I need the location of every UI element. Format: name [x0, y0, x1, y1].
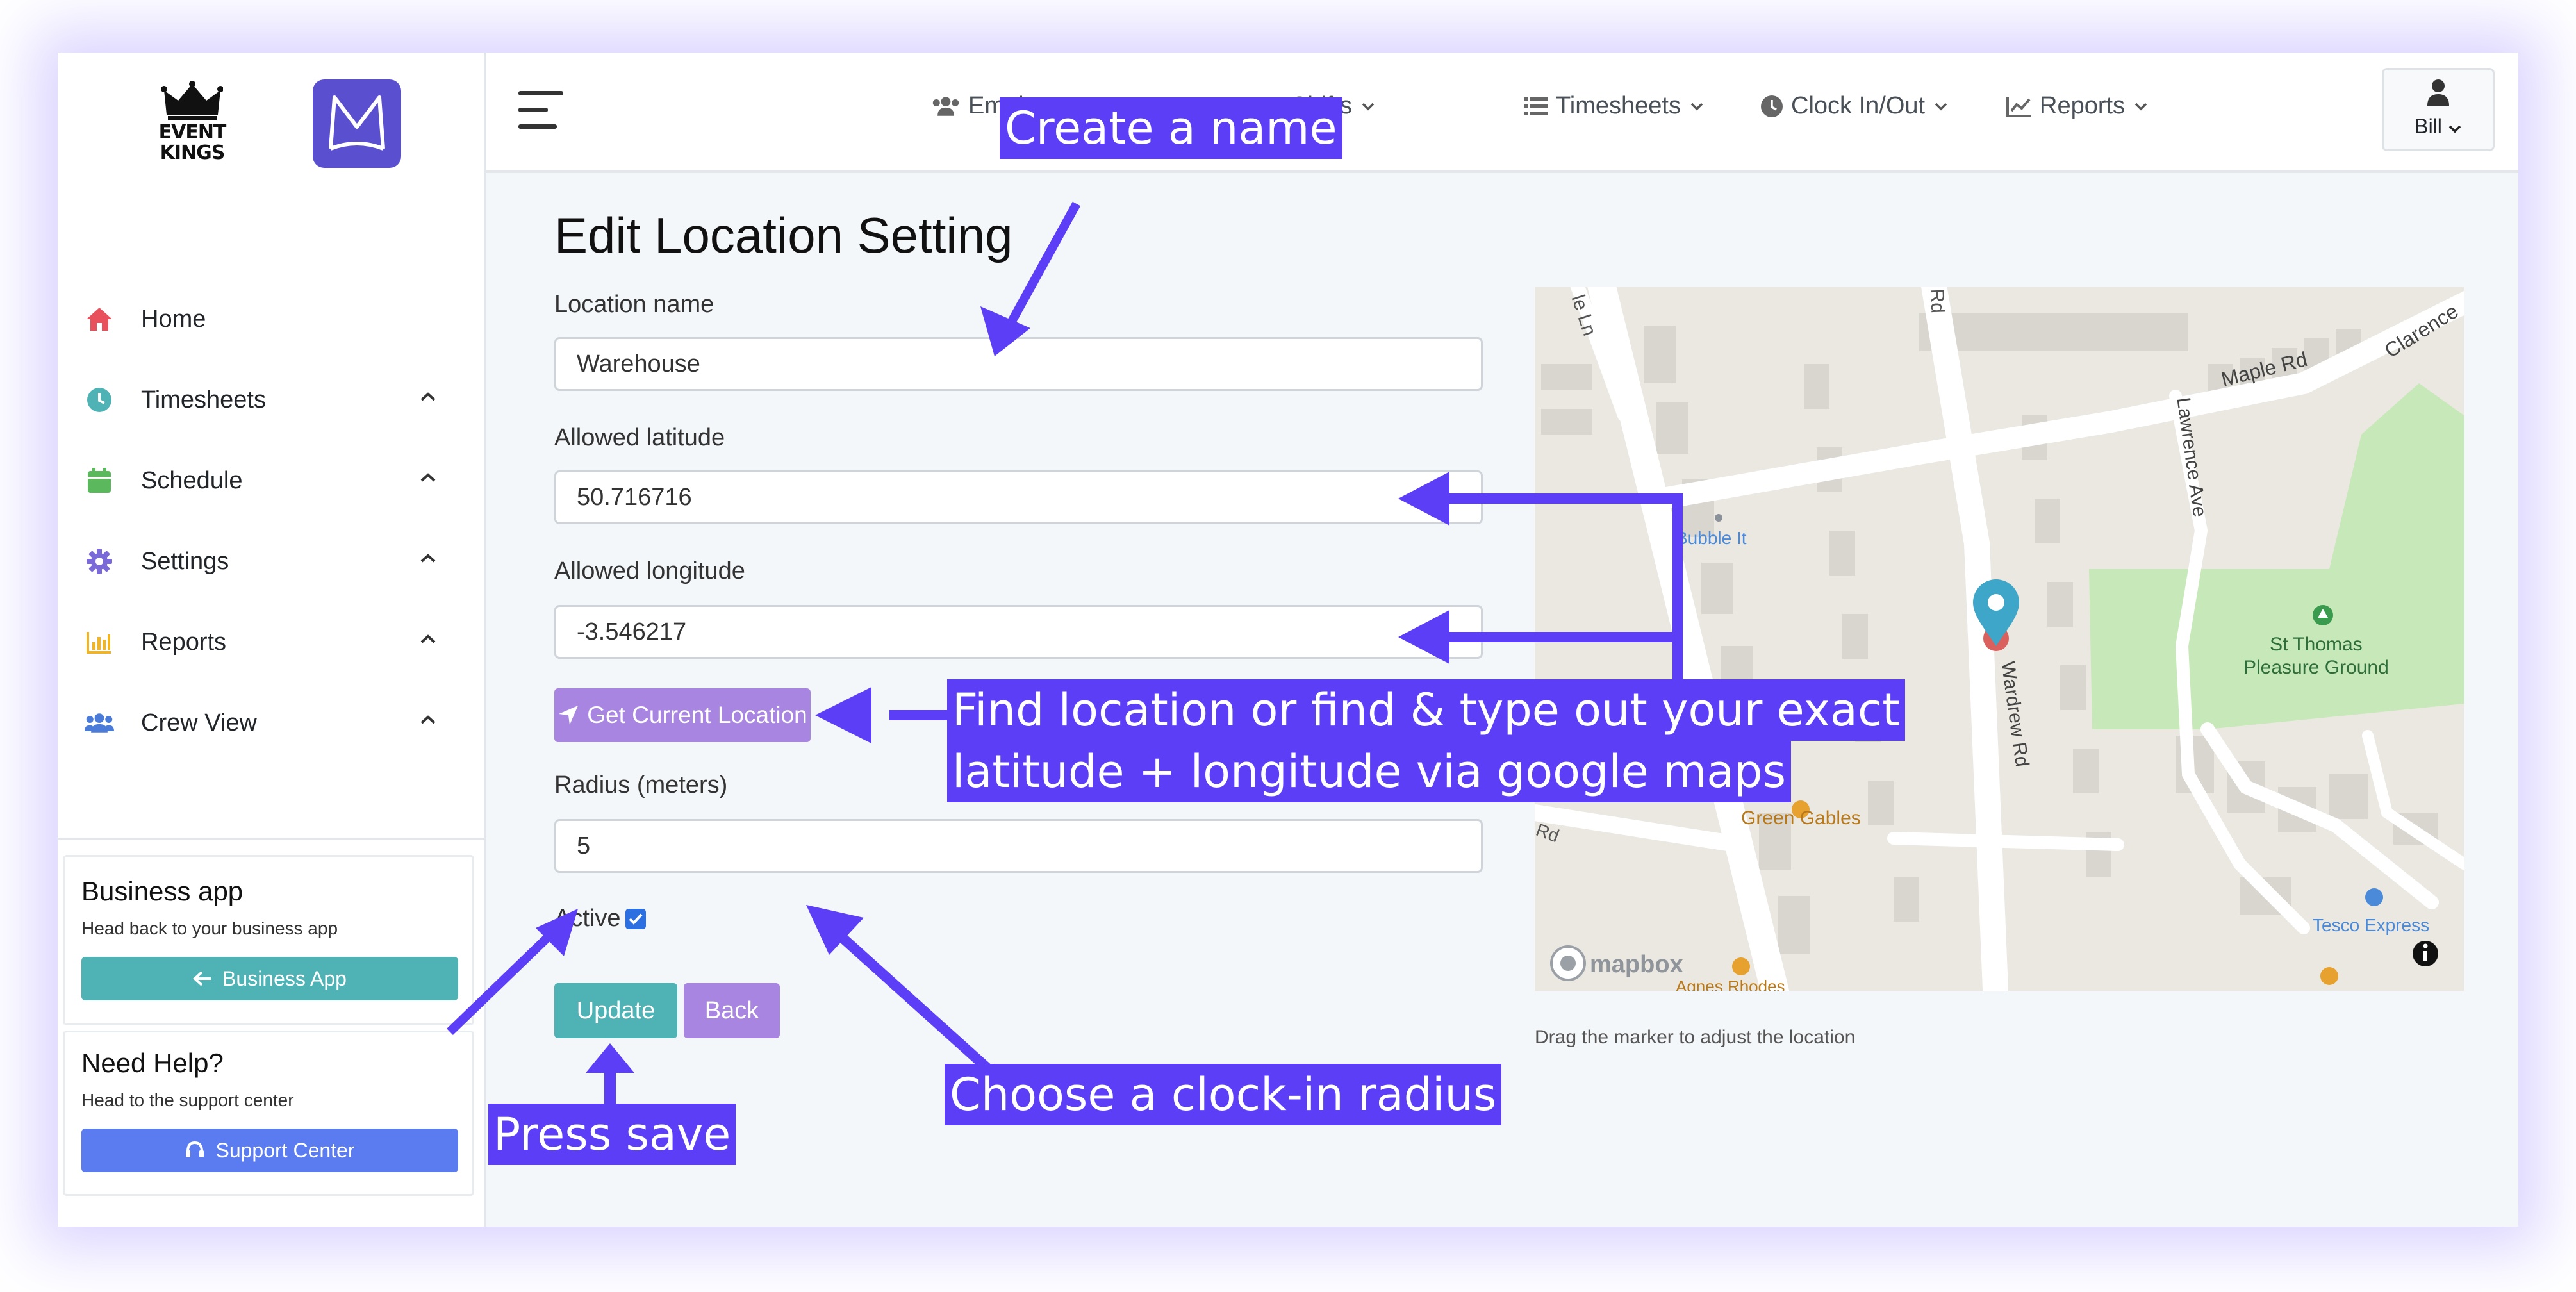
support-center-button[interactable]: Support Center — [81, 1129, 458, 1172]
street-label: Rd — [1926, 288, 1949, 314]
card-title: Need Help? — [81, 1048, 224, 1078]
annotation-find-location-line1: Find location or find & type out your ex… — [947, 679, 1905, 741]
back-button[interactable]: Back — [684, 983, 780, 1038]
button-label: Business App — [222, 966, 347, 990]
help-card: Need Help? Head to the support center Su… — [63, 1031, 474, 1196]
user-icon — [2427, 79, 2449, 106]
active-row: Active — [554, 905, 647, 932]
sidebar-item-label: Reports — [141, 628, 227, 656]
nav-reports[interactable]: Reports — [2006, 92, 2148, 120]
nav-timesheets[interactable]: Timesheets — [1524, 92, 1704, 120]
nav-label: Timesheets — [1556, 92, 1681, 119]
clock-icon — [1761, 95, 1783, 117]
active-label: Active — [554, 905, 621, 932]
headset-icon — [186, 1141, 204, 1157]
clock-icon — [85, 385, 114, 415]
users-icon — [932, 96, 959, 116]
radius-label: Radius (meters) — [554, 772, 728, 799]
sidebar-item-reports[interactable]: Reports — [85, 610, 469, 674]
bar-chart-icon — [85, 627, 114, 657]
list-icon — [1524, 97, 1548, 115]
annotation-press-save: Press save — [488, 1104, 736, 1165]
line-chart-icon — [2006, 96, 2031, 117]
radius-input[interactable] — [554, 819, 1483, 873]
page-title: Edit Location Setting — [554, 207, 1013, 263]
nav-label: Clock In/Out — [1791, 92, 1926, 119]
annotation-create-name: Create a name — [1000, 97, 1342, 159]
business-app-card: Business app Head back to your business … — [63, 855, 474, 1025]
chevron-down-icon — [1362, 103, 1375, 110]
nav-label: Reports — [2040, 92, 2126, 119]
button-label: Support Center — [215, 1138, 355, 1162]
top-navbar: Employees Shifts Timesheets Clock In/Out… — [486, 53, 2518, 173]
latitude-label: Allowed latitude — [554, 424, 725, 451]
home-icon — [85, 304, 114, 334]
sidebar-item-timesheets[interactable]: Timesheets — [85, 368, 469, 432]
sidebar-item-settings[interactable]: Settings — [85, 529, 469, 593]
gear-icon — [85, 547, 114, 576]
get-current-location-button[interactable]: Get Current Location — [554, 688, 811, 742]
chevron-up-icon[interactable] — [419, 552, 437, 564]
sidebar-item-schedule[interactable]: Schedule — [85, 449, 469, 513]
checkmark-icon — [629, 913, 643, 925]
poi-label: Bubble It — [1676, 528, 1747, 548]
sidebar-divider — [58, 838, 484, 840]
location-map[interactable]: le Ln Rd Maple Rd Clarence Lawrence Ave … — [1535, 287, 2464, 991]
poi-label: Green Gables — [1741, 808, 1861, 829]
active-checkbox[interactable] — [625, 908, 647, 929]
business-app-button[interactable]: Business App — [81, 957, 458, 1000]
park-label: St Thomas Pleasure Ground — [2243, 634, 2389, 678]
users-icon — [85, 708, 114, 738]
crown-icon — [161, 81, 223, 120]
app-window: EVENT KINGS Home Timesheets Schedule Set… — [58, 53, 2518, 1227]
location-name-input[interactable] — [554, 337, 1483, 391]
nav-clock-in-out[interactable]: Clock In/Out — [1760, 92, 1948, 120]
arrow-left-icon — [193, 971, 211, 986]
sidebar-item-label: Settings — [141, 547, 229, 575]
hamburger-menu-icon[interactable] — [518, 91, 563, 129]
chevron-down-icon — [2448, 125, 2461, 133]
user-name: Bill — [2384, 115, 2493, 138]
chevron-up-icon[interactable] — [419, 472, 437, 483]
poi-label: Agnes Rhodes — [1676, 977, 1785, 991]
sidebar-item-home[interactable]: Home — [85, 287, 469, 351]
sidebar-item-crew-view[interactable]: Crew View — [85, 691, 469, 755]
card-title: Business app — [81, 876, 244, 906]
calendar-icon — [85, 466, 114, 495]
map-hint-text: Drag the marker to adjust the location — [1535, 1027, 1856, 1048]
longitude-label: Allowed longitude — [554, 558, 745, 584]
card-subtitle: Head back to your business app — [81, 918, 338, 938]
annotation-radius: Choose a clock-in radius — [945, 1064, 1502, 1125]
sidebar-item-label: Schedule — [141, 467, 243, 494]
sidebar: EVENT KINGS Home Timesheets Schedule Set… — [58, 53, 486, 1227]
annotation-find-location-line2: latitude + longitude via google maps — [947, 741, 1792, 802]
latitude-input[interactable] — [554, 470, 1483, 524]
chevron-up-icon[interactable] — [419, 391, 437, 402]
poi-label: Tesco Express — [2313, 915, 2430, 935]
sidebar-item-label: Timesheets — [141, 386, 266, 413]
longitude-input[interactable] — [554, 605, 1483, 659]
m-logo-icon — [329, 95, 385, 151]
update-button[interactable]: Update — [554, 983, 677, 1038]
chevron-up-icon[interactable] — [419, 633, 437, 645]
chevron-down-icon — [1690, 103, 1703, 110]
app-logo-m[interactable] — [313, 79, 401, 168]
chevron-down-icon — [2134, 103, 2147, 110]
user-menu-button[interactable]: Bill — [2382, 68, 2495, 151]
logo-brand-text: EVENT KINGS — [158, 121, 227, 164]
sidebar-item-label: Crew View — [141, 709, 257, 736]
chevron-up-icon[interactable] — [419, 714, 437, 725]
card-subtitle: Head to the support center — [81, 1090, 294, 1110]
mapbox-logo[interactable]: mapbox — [1590, 951, 1683, 979]
chevron-down-icon — [1935, 103, 1947, 110]
sidebar-item-label: Home — [141, 305, 206, 333]
location-arrow-icon — [559, 706, 579, 725]
button-label: Get Current Location — [587, 702, 807, 728]
event-kings-logo[interactable]: EVENT KINGS — [128, 81, 256, 184]
location-name-label: Location name — [554, 291, 714, 318]
